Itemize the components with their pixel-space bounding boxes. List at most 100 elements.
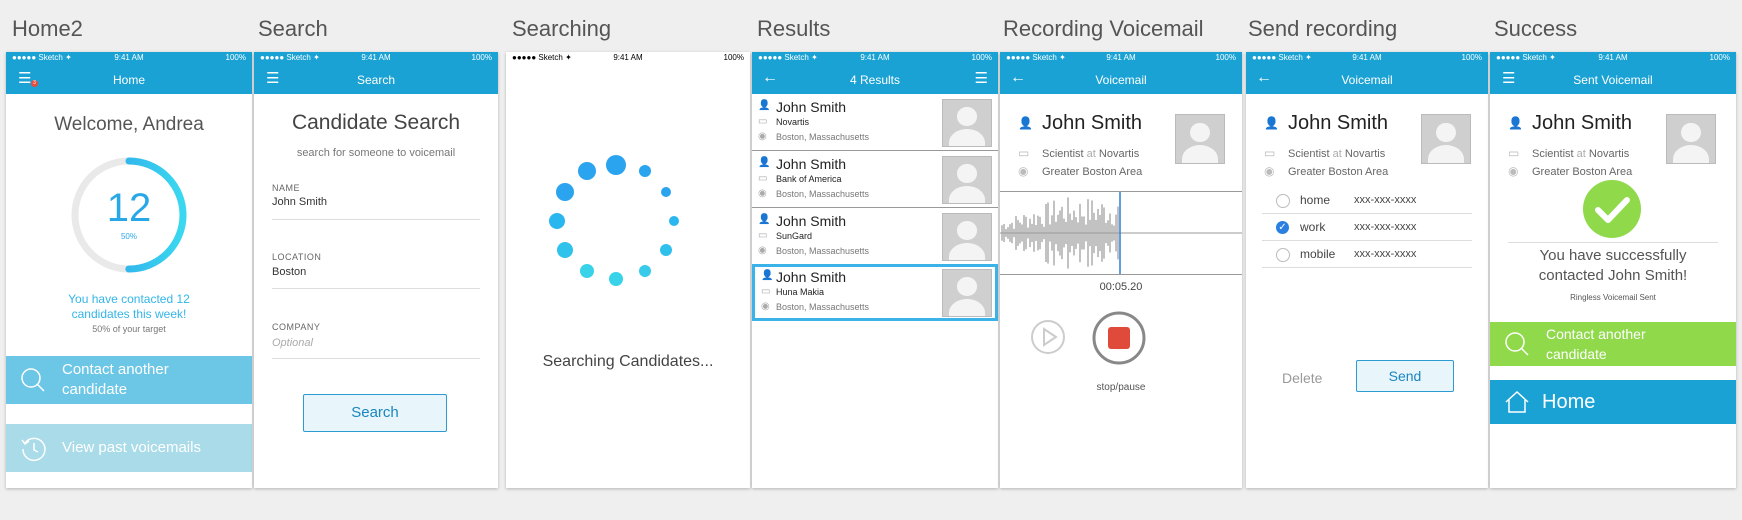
at-text: at bbox=[1576, 148, 1586, 160]
person-icon: 👤 bbox=[1264, 116, 1279, 130]
battery-text: 100% bbox=[1461, 53, 1482, 62]
record-stop-button[interactable] bbox=[1091, 310, 1147, 366]
filter-menu-icon[interactable]: ☰ bbox=[975, 71, 988, 86]
search-screen: ●●●●● Sketch ✦ 9:41 AM 100% ☰ Search Can… bbox=[254, 52, 498, 488]
person-icon: 👤 bbox=[758, 214, 771, 225]
result-item-selected[interactable]: 👤 John Smith ▭ Huna Makia ◉ Boston, Mass… bbox=[752, 264, 998, 321]
radio-unchecked[interactable] bbox=[1276, 248, 1290, 262]
briefcase-icon: ▭ bbox=[758, 230, 768, 241]
status-bar: ●●●●● Sketch ✦ 9:41 AM 100% bbox=[1000, 52, 1242, 64]
radio-checked-icon[interactable]: ✓ bbox=[1276, 221, 1289, 234]
status-time: 9:41 AM bbox=[114, 53, 144, 62]
home-button[interactable]: Home bbox=[1490, 380, 1736, 424]
screen-label-search: Search bbox=[258, 16, 328, 41]
contact-another-button[interactable]: Contact another candidate bbox=[6, 356, 252, 404]
candidate-job: Scientist at Novartis bbox=[1532, 148, 1629, 160]
home-screen: ●●●●● Sketch ✦ 9:41 AM 100% ☰ 3 Home Wel… bbox=[6, 52, 252, 488]
nav-title: Search bbox=[356, 73, 396, 87]
waveform-bottom-line bbox=[1000, 274, 1242, 275]
nav-bar: ← 4 Results ☰ bbox=[752, 64, 998, 94]
avatar bbox=[1421, 114, 1471, 164]
battery-text: 100% bbox=[471, 53, 492, 62]
home-button-label: Home bbox=[1542, 391, 1596, 413]
phone-option-work[interactable]: ✓ work xxx-xxx-xxxx bbox=[1262, 214, 1472, 241]
send-button[interactable]: Send bbox=[1356, 360, 1454, 392]
person-icon: 👤 bbox=[1018, 116, 1033, 130]
result-item[interactable]: 👤 John Smith ▭ Bank of America ◉ Boston,… bbox=[752, 151, 998, 208]
search-subheading: search for someone to voicemail bbox=[296, 147, 456, 159]
result-org: Bank of America bbox=[776, 174, 842, 184]
person-icon: 👤 bbox=[758, 157, 771, 168]
view-past-voicemails-button[interactable]: View past voicemails bbox=[6, 424, 252, 472]
result-name: John Smith bbox=[776, 156, 847, 172]
location-pin-icon: ◉ bbox=[758, 131, 767, 142]
result-location: Boston, Massachusetts bbox=[776, 189, 870, 199]
contacted-line-1: You have contacted 12 bbox=[68, 292, 190, 306]
candidate-job: Scientist at Novartis bbox=[1288, 148, 1385, 160]
loading-spinner bbox=[549, 155, 679, 286]
nav-bar: ← Voicemail bbox=[1000, 64, 1242, 94]
result-name: John Smith bbox=[776, 269, 847, 285]
play-icon[interactable] bbox=[1030, 319, 1066, 355]
result-location: Boston, Massachusetts bbox=[776, 246, 870, 256]
result-name: John Smith bbox=[776, 213, 847, 229]
location-pin-icon: ◉ bbox=[758, 245, 767, 256]
job-title: Scientist bbox=[1532, 148, 1574, 160]
candidate-area: Greater Boston Area bbox=[1288, 166, 1389, 178]
result-location: Boston, Massachusetts bbox=[776, 132, 870, 142]
phone-number: xxx-xxx-xxxx bbox=[1354, 194, 1417, 206]
phone-option-mobile[interactable]: mobile xxx-xxx-xxxx bbox=[1262, 241, 1472, 268]
result-item[interactable]: 👤 John Smith ▭ Novartis ◉ Boston, Massac… bbox=[752, 94, 998, 151]
status-bar: ●●●●● Sketch ✦ 9:41 AM 100% bbox=[1246, 52, 1488, 64]
company: Novartis bbox=[1098, 148, 1140, 160]
nav-bar: ☰ Search bbox=[254, 64, 498, 94]
battery-text: 100% bbox=[1709, 53, 1730, 62]
history-icon bbox=[21, 437, 46, 462]
phone-type: home bbox=[1300, 193, 1331, 207]
success-message: You have successfully contacted John Smi… bbox=[1490, 246, 1736, 286]
delete-button[interactable]: Delete bbox=[1282, 370, 1322, 386]
contacted-line-2: candidates this week! bbox=[71, 307, 187, 321]
nav-title: Voicemail bbox=[1095, 73, 1147, 87]
candidate-area: Greater Boston Area bbox=[1532, 166, 1633, 178]
candidate-area: Greater Boston Area bbox=[1042, 166, 1143, 178]
result-name: John Smith bbox=[776, 99, 847, 115]
company: Novartis bbox=[1588, 148, 1630, 160]
screen-label-searching: Searching bbox=[512, 16, 612, 41]
result-org: Huna Makia bbox=[776, 287, 825, 297]
person-icon: 👤 bbox=[761, 270, 774, 281]
briefcase-icon: ▭ bbox=[758, 116, 768, 127]
name-underline bbox=[272, 219, 480, 220]
contacted-message: You have contacted 12 candidates this we… bbox=[6, 292, 252, 322]
company-input[interactable]: Optional bbox=[272, 337, 313, 349]
result-org: Novartis bbox=[776, 117, 810, 127]
result-item[interactable]: 👤 John Smith ▭ SunGard ◉ Boston, Massach… bbox=[752, 208, 998, 265]
battery-text: 100% bbox=[971, 53, 992, 62]
name-input[interactable]: John Smith bbox=[272, 196, 327, 208]
nav-bar: ☰ 3 Home bbox=[6, 64, 252, 94]
briefcase-icon: ▭ bbox=[1018, 146, 1030, 160]
phone-option-home[interactable]: home xxx-xxx-xxxx bbox=[1262, 187, 1472, 214]
nav-title: Voicemail bbox=[1341, 73, 1393, 87]
welcome-heading: Welcome, Andrea bbox=[54, 114, 204, 135]
status-time: 9:41 AM bbox=[613, 53, 643, 62]
location-input[interactable]: Boston bbox=[272, 266, 306, 278]
location-pin-icon: ◉ bbox=[1508, 164, 1519, 178]
audio-waveform bbox=[1000, 192, 1242, 274]
screen-label-results: Results bbox=[757, 16, 831, 41]
success-screen: ●●●●● Sketch ✦ 9:41 AM 100% ☰ Sent Voice… bbox=[1490, 52, 1736, 488]
radio-unchecked[interactable] bbox=[1276, 194, 1290, 208]
location-pin-icon: ◉ bbox=[1018, 164, 1029, 178]
screen-label-send: Send recording bbox=[1248, 16, 1398, 41]
home-icon bbox=[1505, 390, 1529, 413]
search-button[interactable]: Search bbox=[303, 394, 447, 432]
briefcase-icon: ▭ bbox=[761, 286, 771, 297]
status-bar: ●●●●● Sketch ✦ 9:41 AM 100% bbox=[254, 52, 498, 64]
divider bbox=[1508, 242, 1718, 243]
search-icon bbox=[1505, 332, 1529, 356]
contact-another-button[interactable]: Contact another candidate bbox=[1490, 322, 1736, 366]
success-check-icon bbox=[1583, 180, 1641, 238]
count-percent: 50% bbox=[120, 232, 137, 241]
briefcase-icon: ▭ bbox=[1508, 146, 1520, 160]
contact-count: 12 bbox=[106, 186, 152, 230]
